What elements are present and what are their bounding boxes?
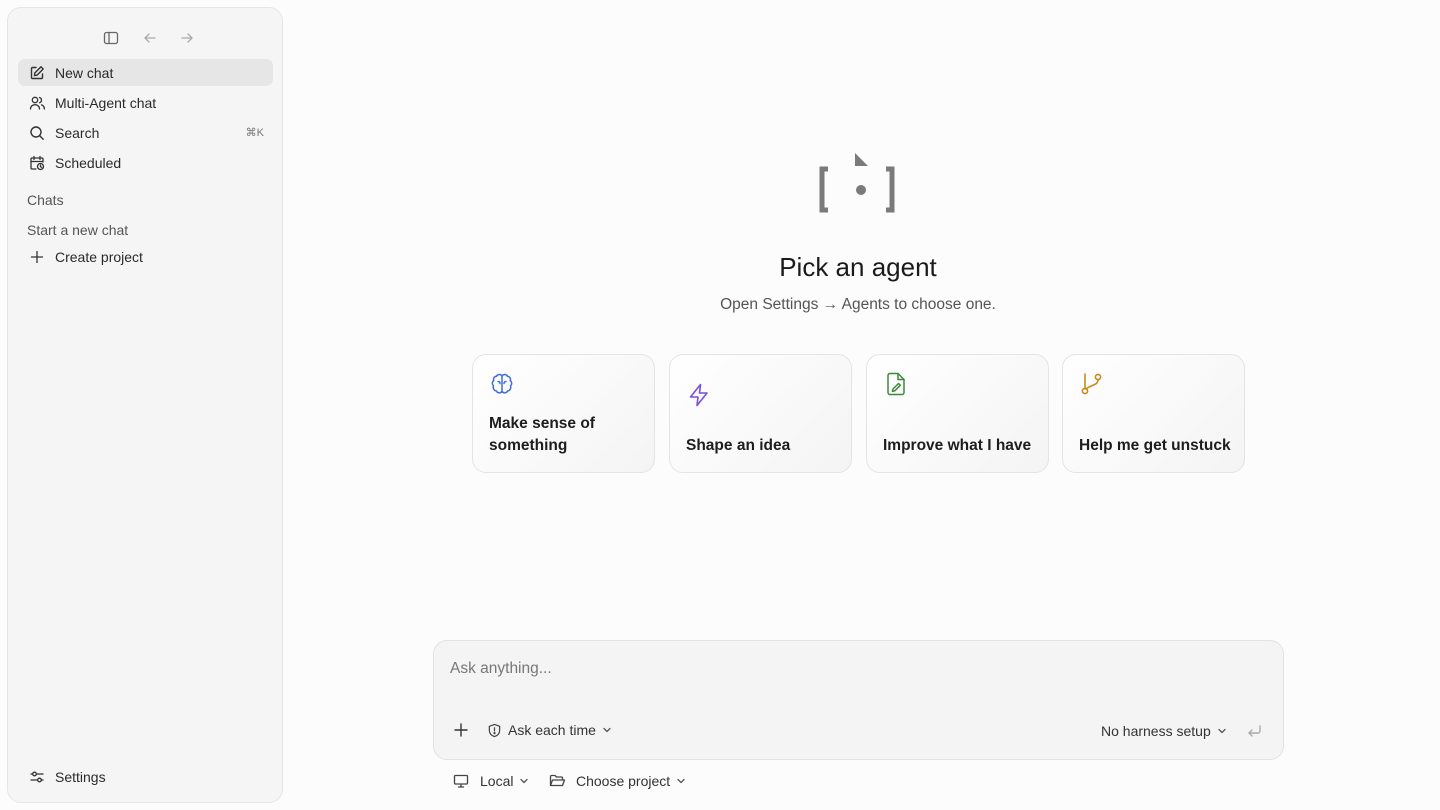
- chats-section-title: Chats: [27, 192, 64, 208]
- suggestion-card-unstuck[interactable]: Help me get unstuck: [1062, 354, 1245, 473]
- nav-multi-agent-chat[interactable]: Multi-Agent chat: [18, 89, 273, 116]
- arrow-left-icon: [144, 33, 156, 43]
- project-label: Choose project: [576, 773, 671, 789]
- back-button[interactable]: [138, 26, 162, 50]
- project-dropdown[interactable]: Choose project: [549, 772, 686, 790]
- page-title: Pick an agent: [779, 252, 937, 282]
- nav-label: Search: [55, 124, 100, 141]
- nav-label: New chat: [55, 64, 114, 81]
- enter-icon: [1248, 725, 1261, 737]
- suggestion-card-improve[interactable]: Improve what I have: [866, 354, 1049, 473]
- send-button[interactable]: [1246, 723, 1262, 739]
- shield-icon: [488, 723, 501, 737]
- permission-label: Ask each time: [508, 722, 596, 738]
- plus-icon: [27, 247, 47, 267]
- nav-new-chat[interactable]: New chat: [18, 59, 273, 86]
- suggestion-card-shape-idea[interactable]: Shape an idea: [669, 354, 852, 473]
- permission-dropdown[interactable]: Ask each time: [487, 722, 612, 738]
- settings-button[interactable]: Settings: [18, 763, 273, 790]
- brain-icon: [489, 371, 515, 397]
- app-logo: [818, 150, 898, 218]
- folder-open-icon: [549, 773, 566, 789]
- card-label: Shape an idea: [686, 437, 791, 454]
- chats-empty-text: Start a new chat: [27, 222, 129, 238]
- sidebar-toggle-icon: [103, 31, 119, 45]
- message-input[interactable]: [450, 658, 1250, 680]
- create-project-label: Create project: [55, 248, 143, 265]
- harness-dropdown[interactable]: No harness setup: [1101, 723, 1227, 739]
- search-icon: [27, 123, 47, 143]
- suggestion-card-make-sense[interactable]: Make sense of something: [472, 354, 655, 473]
- attach-button[interactable]: [453, 722, 469, 738]
- page-subtitle: Open Settings → Agents to choose one.: [720, 296, 996, 313]
- create-project-button[interactable]: Create project: [18, 243, 273, 270]
- settings-label: Settings: [55, 768, 106, 785]
- chevron-down-icon: [519, 776, 529, 786]
- nav-label: Scheduled: [55, 154, 122, 171]
- sidebar-toolbar: [8, 26, 282, 50]
- card-label: Help me get unstuck: [1079, 437, 1231, 454]
- nav-scheduled[interactable]: Scheduled: [18, 149, 273, 176]
- chevron-down-icon: [602, 725, 612, 735]
- search-shortcut: ⌘K: [245, 127, 264, 139]
- file-pen-icon: [883, 371, 909, 397]
- calendar-clock-icon: [27, 153, 47, 173]
- card-label: Improve what I have: [883, 437, 1032, 454]
- sidebar: New chat Multi-Agent chat Search ⌘K Sche…: [7, 7, 283, 803]
- harness-label: No harness setup: [1101, 723, 1211, 739]
- nav-label: Multi-Agent chat: [55, 94, 157, 111]
- users-icon: [27, 93, 47, 113]
- environment-dropdown[interactable]: Local: [453, 772, 529, 790]
- sliders-icon: [27, 767, 47, 787]
- chevron-down-icon: [1217, 726, 1227, 736]
- card-label: Make sense of something: [489, 415, 595, 454]
- plus-icon: [454, 723, 468, 737]
- monitor-icon: [453, 773, 469, 789]
- zap-icon: [686, 382, 712, 408]
- nav-search[interactable]: Search ⌘K: [18, 119, 273, 146]
- environment-label: Local: [480, 773, 514, 789]
- forward-button[interactable]: [175, 26, 199, 50]
- toggle-sidebar-button[interactable]: [99, 26, 123, 50]
- arrow-right-icon: [181, 33, 193, 43]
- chevron-down-icon: [676, 776, 686, 786]
- git-branch-icon: [1079, 371, 1105, 397]
- edit-icon: [27, 63, 47, 83]
- composer: Ask each time No harness setup: [433, 640, 1284, 760]
